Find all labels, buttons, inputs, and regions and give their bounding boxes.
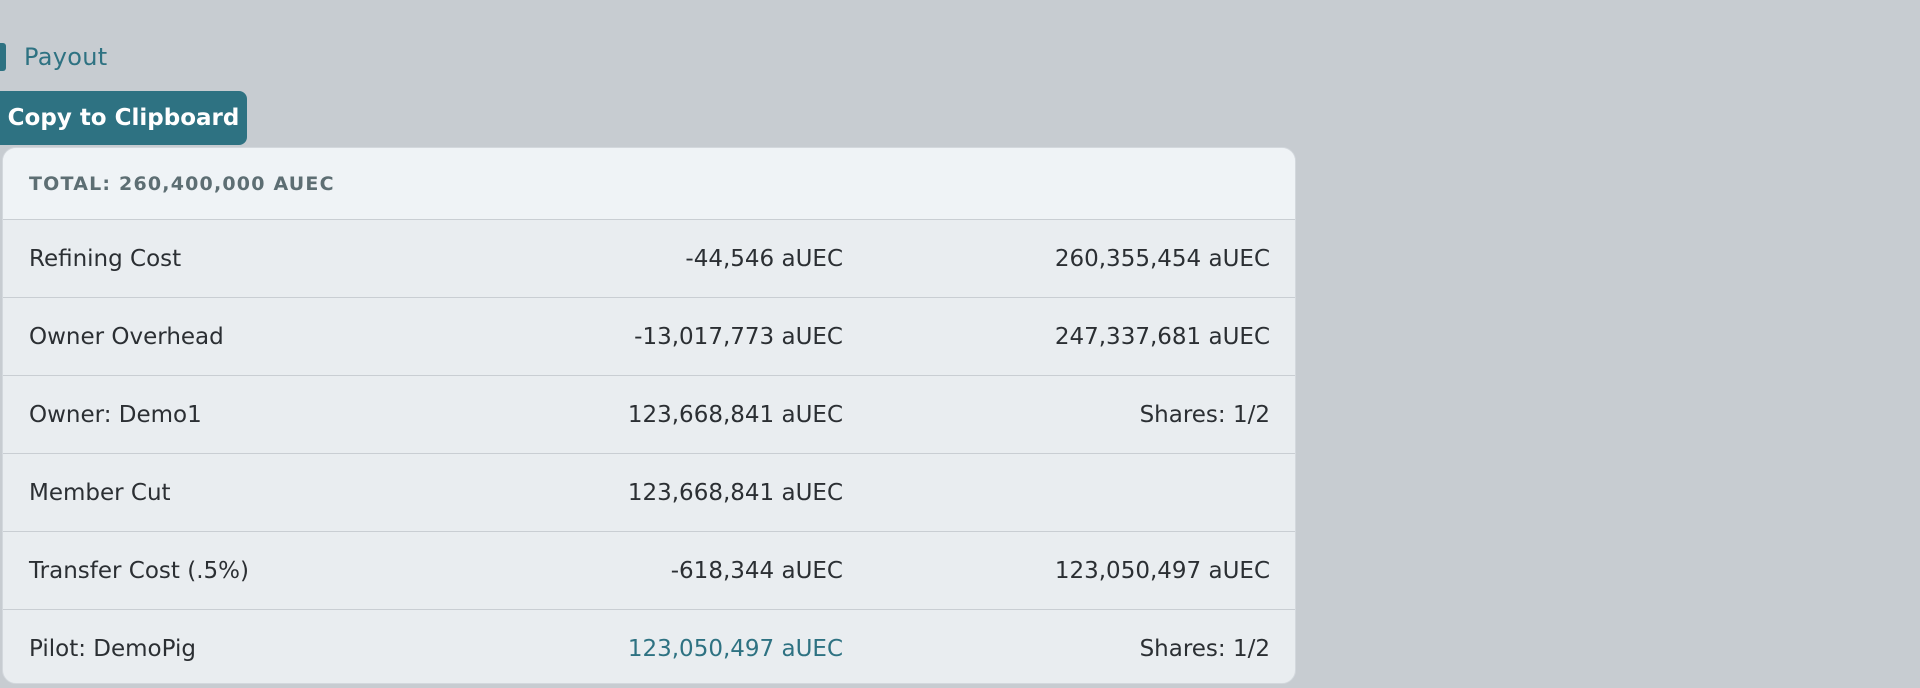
row-amount: -44,546 aUEC [685,245,843,272]
payout-table: TOTAL: 260,400,000 AUEC Refining Cost -4… [2,147,1296,684]
row-amount: 123,050,497 aUEC [627,636,843,662]
row-amount: -13,017,773 aUEC [634,323,843,350]
row-remaining: 260,355,454 aUEC [1054,245,1270,272]
row-label: Member Cut [29,479,171,506]
table-row-owner-overhead: Owner Overhead -13,017,773 aUEC 247,337,… [3,298,1295,376]
row-label: Owner: Demo1 [29,401,202,428]
row-label: Pilot: DemoPig [29,636,196,662]
section-title: Payout [24,43,108,71]
table-row-transfer-cost: Transfer Cost (.5%) -618,344 aUEC 123,05… [3,532,1295,610]
row-amount: 123,668,841 aUEC [627,479,843,506]
row-label: Transfer Cost (.5%) [29,557,249,584]
row-label: Refining Cost [29,245,182,272]
row-remaining: 123,050,497 aUEC [1054,557,1270,584]
total-label: TOTAL: 260,400,000 AUEC [29,172,335,195]
row-shares: Shares: 1/2 [1139,636,1270,662]
copy-to-clipboard-button[interactable]: Copy to Clipboard [0,91,247,145]
row-amount: 123,668,841 aUEC [627,401,843,428]
section-accent-bar [0,43,6,71]
row-remaining: 247,337,681 aUEC [1054,323,1270,350]
payout-section-header: Payout [0,40,107,74]
row-label: Owner Overhead [29,323,224,350]
table-row-owner: Owner: Demo1 123,668,841 aUEC Shares: 1/… [3,376,1295,454]
table-row-member-cut: Member Cut 123,668,841 aUEC [3,454,1295,532]
row-shares: Shares: 1/2 [1139,401,1270,428]
table-row-pilot: Pilot: DemoPig 123,050,497 aUEC Shares: … [3,610,1295,683]
row-amount: -618,344 aUEC [670,557,843,584]
table-row-refining-cost: Refining Cost -44,546 aUEC 260,355,454 a… [3,220,1295,298]
payout-total-header: TOTAL: 260,400,000 AUEC [3,148,1295,220]
